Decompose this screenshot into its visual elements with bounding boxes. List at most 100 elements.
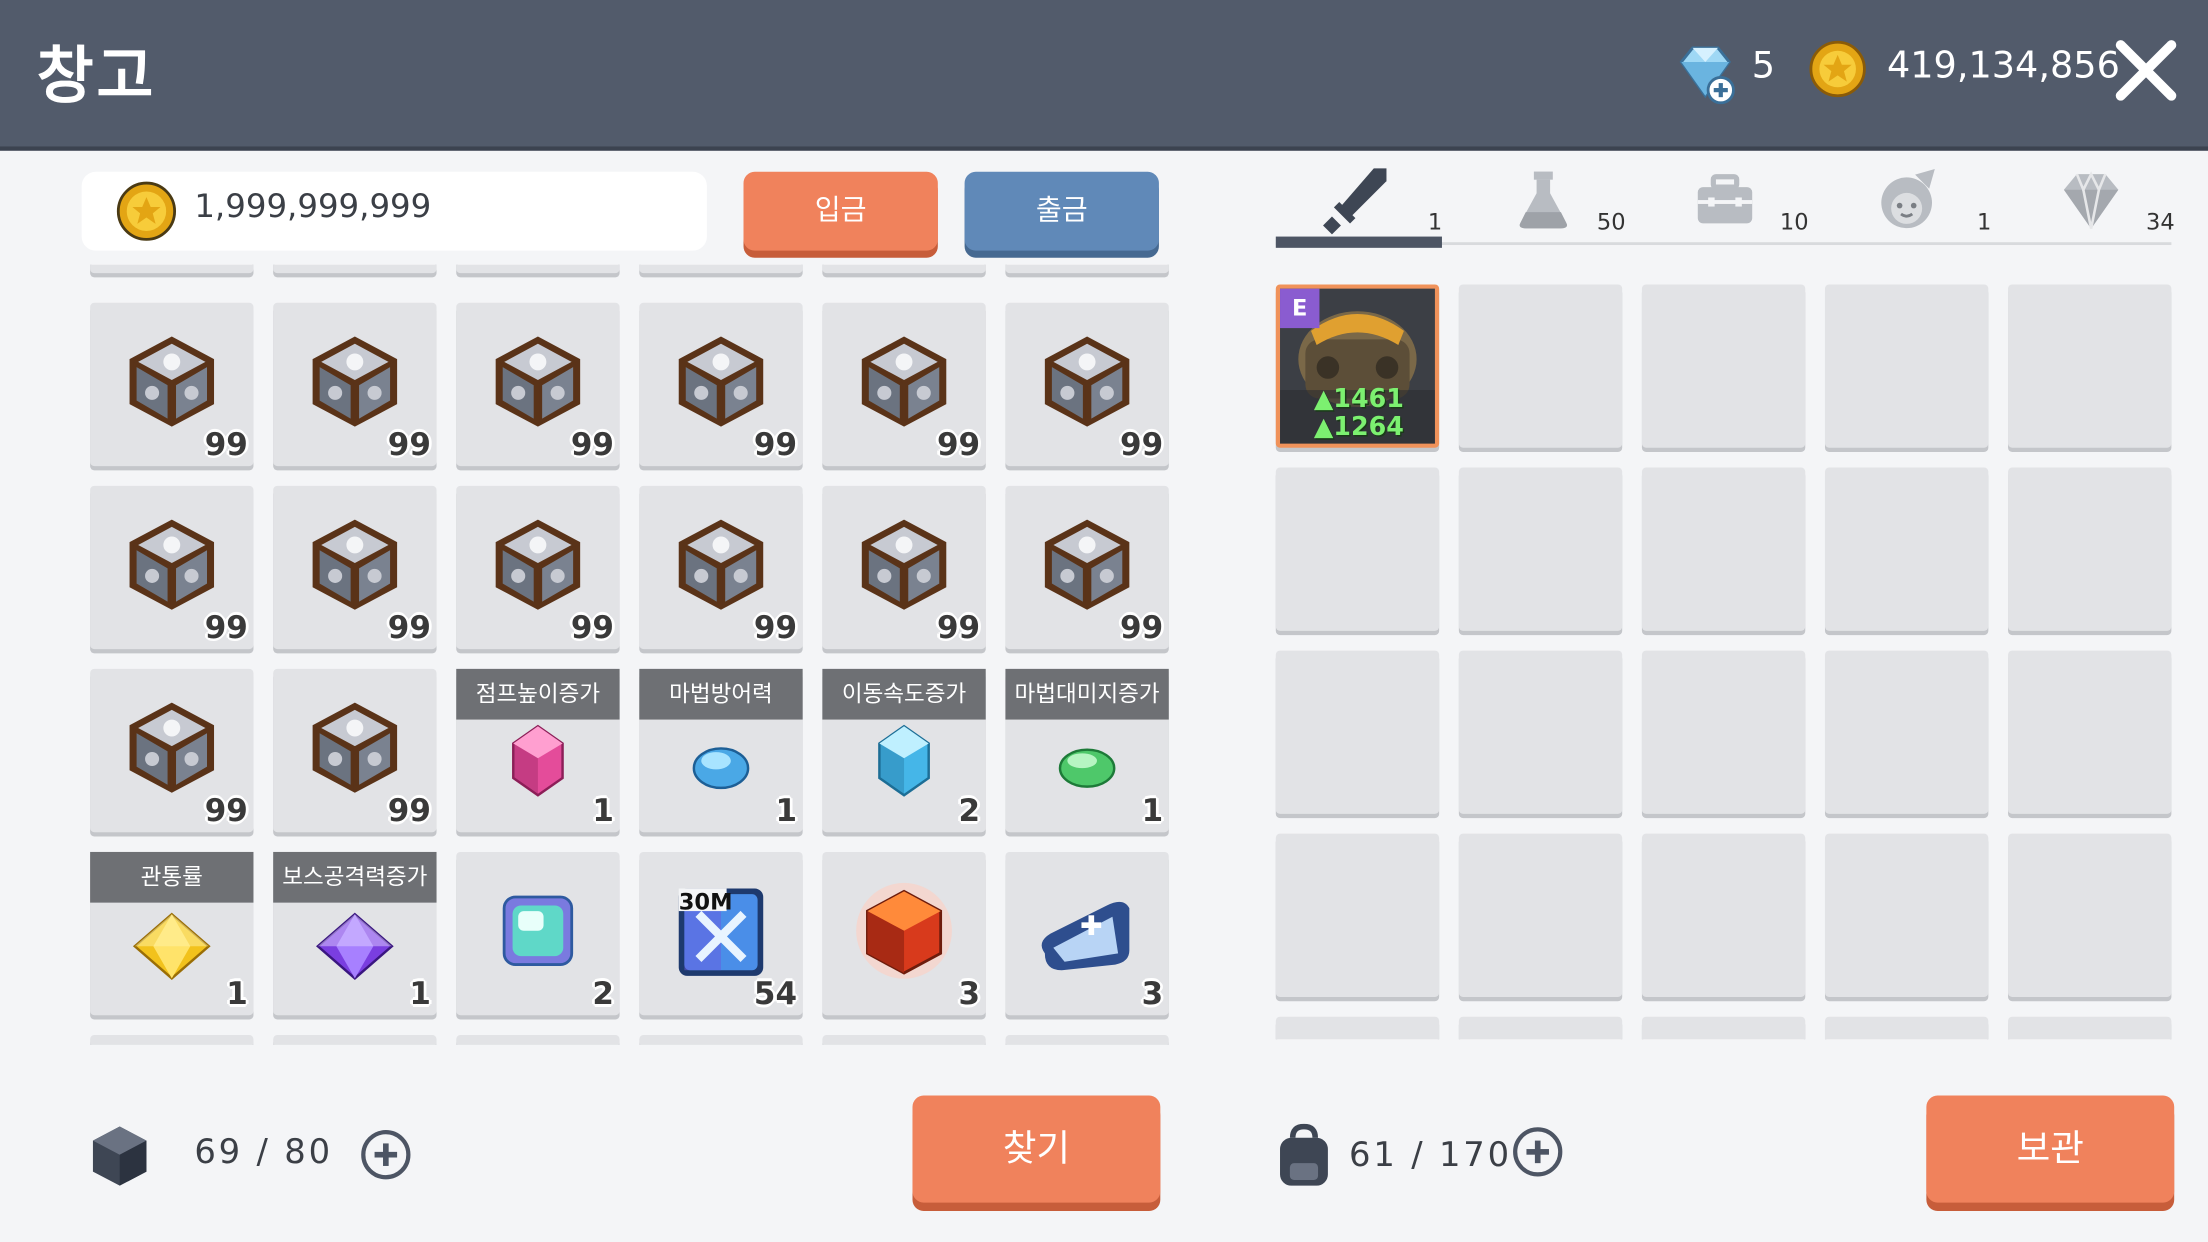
empty-slot[interactable] bbox=[1275, 467, 1440, 631]
empty-slot[interactable] bbox=[1275, 650, 1440, 814]
pink-gem-icon bbox=[512, 724, 564, 797]
tab-cash[interactable]: 1 bbox=[1825, 158, 2005, 245]
item-count: 99 bbox=[204, 794, 248, 830]
cube-icon bbox=[129, 336, 215, 427]
item-slot[interactable]: 보스공격력증가 1 bbox=[273, 851, 437, 1016]
item-slot[interactable]: 99 bbox=[1005, 485, 1169, 650]
empty-slot[interactable] bbox=[90, 264, 254, 274]
item-slot[interactable]: 99 bbox=[90, 485, 254, 650]
empty-slot[interactable] bbox=[2008, 467, 2172, 631]
item-slot[interactable]: 관통률 1 bbox=[90, 851, 254, 1016]
empty-slot[interactable] bbox=[1824, 467, 1989, 631]
empty-slot[interactable] bbox=[2008, 833, 2172, 997]
item-slot[interactable]: 2 bbox=[456, 851, 620, 1016]
item-slot[interactable]: 99 bbox=[456, 485, 620, 650]
potion-icon bbox=[1519, 171, 1568, 229]
gem-plus-icon[interactable] bbox=[1673, 42, 1735, 105]
item-slot[interactable]: 99 bbox=[273, 668, 437, 833]
expand-bag-plus-icon[interactable] bbox=[1512, 1127, 1563, 1178]
store-button[interactable]: 보관 bbox=[1926, 1095, 2175, 1203]
yellow-gem-icon bbox=[132, 912, 211, 980]
item-slot[interactable]: 99 bbox=[822, 302, 986, 467]
empty-slot[interactable] bbox=[1458, 1016, 1623, 1040]
cube-icon bbox=[1044, 336, 1130, 427]
item-slot[interactable]: 99 bbox=[639, 302, 803, 467]
expand-storage-plus-icon[interactable] bbox=[360, 1129, 411, 1180]
cube-icon bbox=[495, 519, 581, 610]
green-gem-icon bbox=[1058, 748, 1116, 788]
empty-slot[interactable] bbox=[1005, 264, 1169, 274]
item-count: 99 bbox=[1120, 611, 1164, 647]
empty-slot[interactable] bbox=[1824, 833, 1989, 997]
item-slot[interactable]: 99 bbox=[1005, 302, 1169, 467]
tab-count: 50 bbox=[1596, 208, 1626, 236]
item-slot[interactable]: 이동속도증가 2 bbox=[822, 668, 986, 833]
empty-slot[interactable] bbox=[1641, 650, 1806, 814]
tab-etc[interactable]: 10 bbox=[1642, 158, 1822, 245]
empty-slot[interactable] bbox=[2008, 650, 2172, 814]
empty-slot[interactable] bbox=[1641, 1016, 1806, 1040]
item-slot[interactable]: 3 bbox=[1005, 851, 1169, 1016]
bag-item-grid[interactable]: E ▲1461 ▲1264 bbox=[1273, 282, 2183, 1040]
scroll-icon bbox=[1041, 901, 1130, 971]
deposit-button[interactable]: 입금 bbox=[743, 171, 938, 251]
withdraw-button[interactable]: 출금 bbox=[964, 171, 1159, 251]
empty-slot[interactable] bbox=[822, 1034, 986, 1045]
find-button[interactable]: 찾기 bbox=[912, 1095, 1161, 1203]
item-count: 3 bbox=[958, 977, 981, 1013]
empty-slot[interactable] bbox=[90, 1034, 254, 1045]
item-slot[interactable]: 99 bbox=[273, 485, 437, 650]
item-label: 점프높이증가 bbox=[456, 668, 620, 720]
item-slot[interactable]: 3 bbox=[822, 851, 986, 1016]
empty-slot[interactable] bbox=[1458, 284, 1623, 448]
empty-slot[interactable] bbox=[822, 264, 986, 274]
tab-equipment[interactable]: 1 bbox=[1276, 158, 1456, 245]
item-count: 1 bbox=[409, 977, 431, 1013]
item-count: 1 bbox=[226, 977, 248, 1013]
close-icon[interactable] bbox=[2112, 37, 2180, 105]
item-count: 1 bbox=[592, 794, 614, 830]
cube-icon bbox=[129, 702, 215, 793]
item-slot[interactable]: 점프높이증가 1 bbox=[456, 668, 620, 833]
item-count: 99 bbox=[753, 428, 798, 464]
empty-slot[interactable] bbox=[1458, 650, 1623, 814]
empty-slot[interactable] bbox=[1275, 833, 1440, 997]
empty-slot[interactable] bbox=[273, 264, 437, 274]
item-slot[interactable]: 99 bbox=[90, 668, 254, 833]
item-count: 99 bbox=[387, 794, 431, 830]
item-slot[interactable]: 30M 54 bbox=[639, 851, 803, 1016]
empty-slot[interactable] bbox=[456, 264, 620, 274]
empty-slot[interactable] bbox=[2008, 1016, 2172, 1040]
empty-slot[interactable] bbox=[1824, 1016, 1989, 1040]
empty-slot[interactable] bbox=[1824, 284, 1989, 448]
item-slot[interactable]: 마법대미지증가 1 bbox=[1005, 668, 1169, 833]
empty-slot[interactable] bbox=[273, 1034, 437, 1045]
equipped-item-slot[interactable]: E ▲1461 ▲1264 bbox=[1275, 284, 1440, 448]
empty-slot[interactable] bbox=[639, 1034, 803, 1045]
empty-slot[interactable] bbox=[1641, 284, 1806, 448]
tab-gem[interactable]: 34 bbox=[2008, 158, 2188, 245]
cube-icon bbox=[678, 336, 764, 427]
empty-slot[interactable] bbox=[1641, 467, 1806, 631]
item-slot[interactable]: 99 bbox=[822, 485, 986, 650]
tab-consumable[interactable]: 50 bbox=[1459, 158, 1639, 245]
item-slot[interactable]: 99 bbox=[639, 485, 803, 650]
empty-slot[interactable] bbox=[2008, 284, 2172, 448]
gold-coin-icon bbox=[1809, 40, 1866, 98]
item-slot[interactable]: 마법방어력 1 bbox=[639, 668, 803, 833]
item-count: 99 bbox=[1120, 428, 1164, 464]
empty-slot[interactable] bbox=[1458, 833, 1623, 997]
empty-slot[interactable] bbox=[1824, 650, 1989, 814]
empty-slot[interactable] bbox=[1458, 467, 1623, 631]
item-count: 2 bbox=[592, 977, 614, 1013]
item-slot[interactable]: 99 bbox=[273, 302, 437, 467]
storage-item-grid[interactable]: 99 99 99 99 99 99 99 99 99 99 99 99 99 99 점프높이증가 1 마법방어력… bbox=[82, 264, 1180, 1045]
empty-slot[interactable] bbox=[456, 1034, 620, 1045]
empty-slot[interactable] bbox=[1275, 1016, 1440, 1040]
empty-slot[interactable] bbox=[1005, 1034, 1169, 1045]
item-slot[interactable]: 99 bbox=[456, 302, 620, 467]
empty-slot[interactable] bbox=[639, 264, 803, 274]
empty-slot[interactable] bbox=[1641, 833, 1806, 997]
item-count: 54 bbox=[753, 977, 798, 1013]
item-slot[interactable]: 99 bbox=[90, 302, 254, 467]
